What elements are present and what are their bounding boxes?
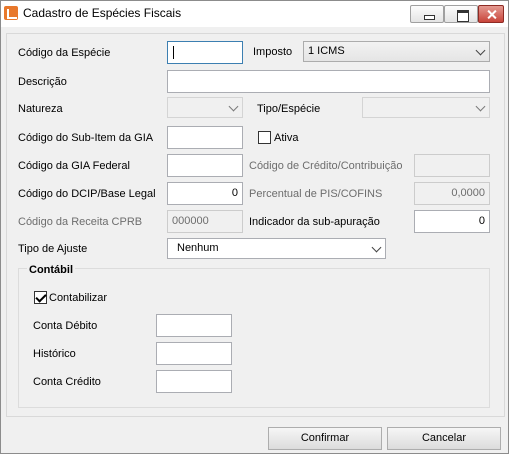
codigo-dcip-label: Código do DCIP/Base Legal (18, 188, 156, 200)
codigo-receita-cprb-label: Código da Receita CPRB (18, 216, 143, 228)
historico-input[interactable] (156, 342, 232, 365)
ativa-label: Ativa (274, 132, 299, 144)
natureza-label: Natureza (18, 103, 63, 115)
imposto-label: Imposto (253, 46, 293, 58)
conta-debito-label: Conta Débito (33, 320, 98, 332)
chevron-down-icon (475, 101, 486, 112)
contabilizar-checkbox[interactable] (34, 291, 47, 304)
codigo-gia-federal-label: Código da GIA Federal (18, 160, 130, 172)
tipo-ajuste-value: Nenhum (177, 242, 219, 254)
historico-label: Histórico (33, 348, 76, 360)
confirmar-button[interactable]: Confirmar (268, 427, 382, 450)
percentual-pis-input: 0,0000 (414, 182, 490, 205)
close-button[interactable] (478, 5, 504, 23)
codigo-credito-input (414, 154, 490, 177)
cancelar-button[interactable]: Cancelar (387, 427, 501, 450)
title-bar[interactable]: Cadastro de Espécies Fiscais (1, 1, 508, 27)
indicador-subapuracao-label: Indicador da sub-apuração (249, 216, 380, 228)
codigo-dcip-input[interactable]: 0 (167, 182, 243, 205)
codigo-especie-input[interactable] (167, 41, 243, 64)
ativa-checkbox[interactable] (258, 131, 271, 144)
conta-debito-input[interactable] (156, 314, 232, 337)
contabilizar-label: Contabilizar (49, 292, 108, 304)
tipo-ajuste-select[interactable]: Nenhum (167, 238, 386, 259)
dialog-window: Cadastro de Espécies Fiscais Código da E… (0, 0, 509, 454)
chevron-down-icon (228, 101, 239, 112)
text-caret (173, 46, 174, 59)
codigo-especie-label: Código da Espécie (18, 47, 111, 59)
natureza-select[interactable] (167, 97, 243, 118)
conta-credito-input[interactable] (156, 370, 232, 393)
imposto-value: 1 ICMS (308, 45, 345, 57)
maximize-button[interactable] (444, 5, 478, 23)
chevron-down-icon (371, 242, 382, 253)
tipo-ajuste-label: Tipo de Ajuste (18, 243, 88, 255)
codigo-receita-cprb-input: 000000 (167, 210, 243, 233)
codigo-subitem-gia-label: Código do Sub-Item da GIA (18, 132, 154, 144)
window-title: Cadastro de Espécies Fiscais (23, 6, 182, 20)
tipo-especie-label: Tipo/Espécie (257, 103, 321, 115)
descricao-label: Descrição (18, 76, 67, 88)
codigo-credito-label: Código de Crédito/Contribuição (249, 160, 403, 172)
indicador-subapuracao-input[interactable]: 0 (414, 210, 490, 233)
codigo-gia-federal-input[interactable] (167, 154, 243, 177)
descricao-input[interactable] (167, 70, 490, 93)
conta-credito-label: Conta Crédito (33, 376, 101, 388)
imposto-select[interactable]: 1 ICMS (303, 41, 490, 62)
app-icon (4, 6, 18, 20)
tipo-especie-select[interactable] (362, 97, 490, 118)
contabil-group-title: Contábil (27, 264, 75, 276)
minimize-button[interactable] (410, 5, 444, 23)
chevron-down-icon (475, 45, 486, 56)
codigo-subitem-gia-input[interactable] (167, 126, 243, 149)
percentual-pis-label: Percentual de PIS/COFINS (249, 188, 383, 200)
